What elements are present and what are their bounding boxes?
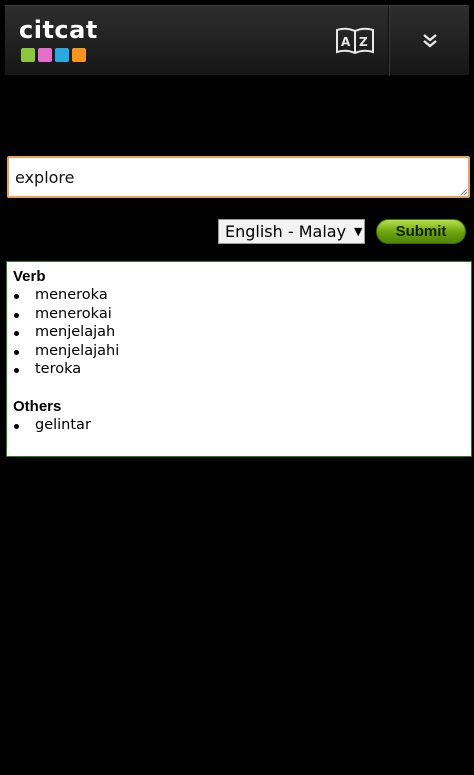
result-group-others: Others gelintar xyxy=(13,397,465,435)
menu-button[interactable] xyxy=(391,6,469,76)
logo-squares xyxy=(21,48,86,62)
svg-text:Z: Z xyxy=(359,35,368,49)
citcat-logo[interactable]: citcat xyxy=(19,16,99,68)
language-select[interactable]: English - Malay ▼ xyxy=(218,219,365,244)
logo-square-green xyxy=(21,48,35,62)
dropdown-arrow-icon: ▼ xyxy=(354,225,363,238)
group-title: Verb xyxy=(13,268,46,285)
app-header: citcat A Z xyxy=(5,5,469,76)
logo-square-orange xyxy=(72,48,86,62)
double-chevron-down-icon xyxy=(423,34,437,48)
result-list: gelintar xyxy=(13,416,465,435)
dictionary-button[interactable]: A Z xyxy=(321,6,389,76)
logo-square-pink xyxy=(38,48,52,62)
result-group-verb: Verb meneroka menerokai menjelajah menje… xyxy=(13,267,465,379)
svg-text:A: A xyxy=(341,35,351,49)
header-divider xyxy=(388,6,390,76)
result-list: meneroka menerokai menjelajah menjelajah… xyxy=(13,286,465,379)
az-book-icon: A Z xyxy=(336,27,374,55)
list-item: menjelajah xyxy=(13,323,465,342)
submit-button[interactable]: Submit xyxy=(376,219,466,244)
logo-square-blue xyxy=(55,48,69,62)
language-select-value: English - Malay xyxy=(225,222,347,241)
results-panel: Verb meneroka menerokai menjelajah menje… xyxy=(6,261,472,457)
list-item: menjelajahi xyxy=(13,342,465,361)
resize-handle-icon[interactable] xyxy=(461,189,467,195)
group-title: Others xyxy=(13,397,62,415)
search-input[interactable] xyxy=(7,156,470,198)
list-item: teroka xyxy=(13,360,465,379)
logo-text: citcat xyxy=(19,16,98,44)
list-item: gelintar xyxy=(13,416,465,435)
list-item: menerokai xyxy=(13,305,465,324)
list-item: meneroka xyxy=(13,286,465,305)
